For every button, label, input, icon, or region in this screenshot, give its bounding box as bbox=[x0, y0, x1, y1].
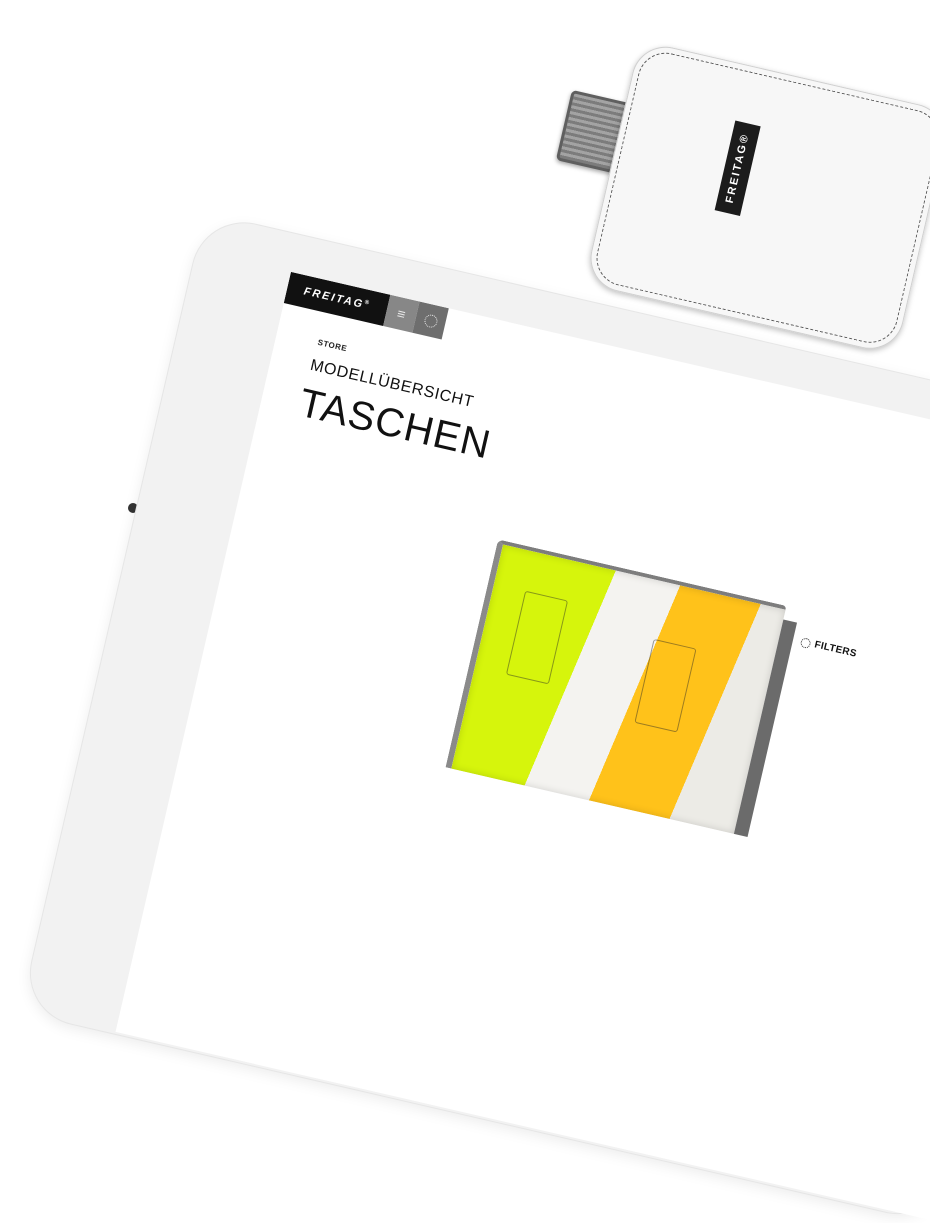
freitag-logo[interactable]: FREITAG® bbox=[283, 271, 391, 326]
tablet-screen: FREITAG® ≡ STORE MODELLÜBERSICHT TASCHEN… bbox=[115, 271, 930, 1221]
breadcrumb[interactable]: STORE bbox=[317, 338, 348, 354]
product-image-messenger-bag[interactable] bbox=[445, 539, 798, 838]
phone-sleeve: FREITAG® bbox=[583, 40, 930, 356]
hamburger-icon: ≡ bbox=[395, 305, 408, 323]
language-button[interactable] bbox=[412, 301, 449, 340]
logo-text: FREITAG® bbox=[302, 285, 372, 311]
globe-icon bbox=[422, 312, 439, 329]
bag-pocket-left bbox=[505, 590, 569, 685]
filters-label: FILTERS bbox=[813, 639, 858, 660]
tablet-device: FREITAG® ≡ STORE MODELLÜBERSICHT TASCHEN… bbox=[20, 213, 930, 1223]
filter-icon bbox=[799, 636, 812, 649]
bag-strap bbox=[733, 619, 798, 838]
sleeve-stitching bbox=[590, 47, 930, 349]
bag-pocket-right bbox=[634, 638, 697, 733]
filters-button[interactable]: FILTERS bbox=[799, 636, 858, 660]
top-bar: FREITAG® ≡ bbox=[283, 271, 449, 340]
